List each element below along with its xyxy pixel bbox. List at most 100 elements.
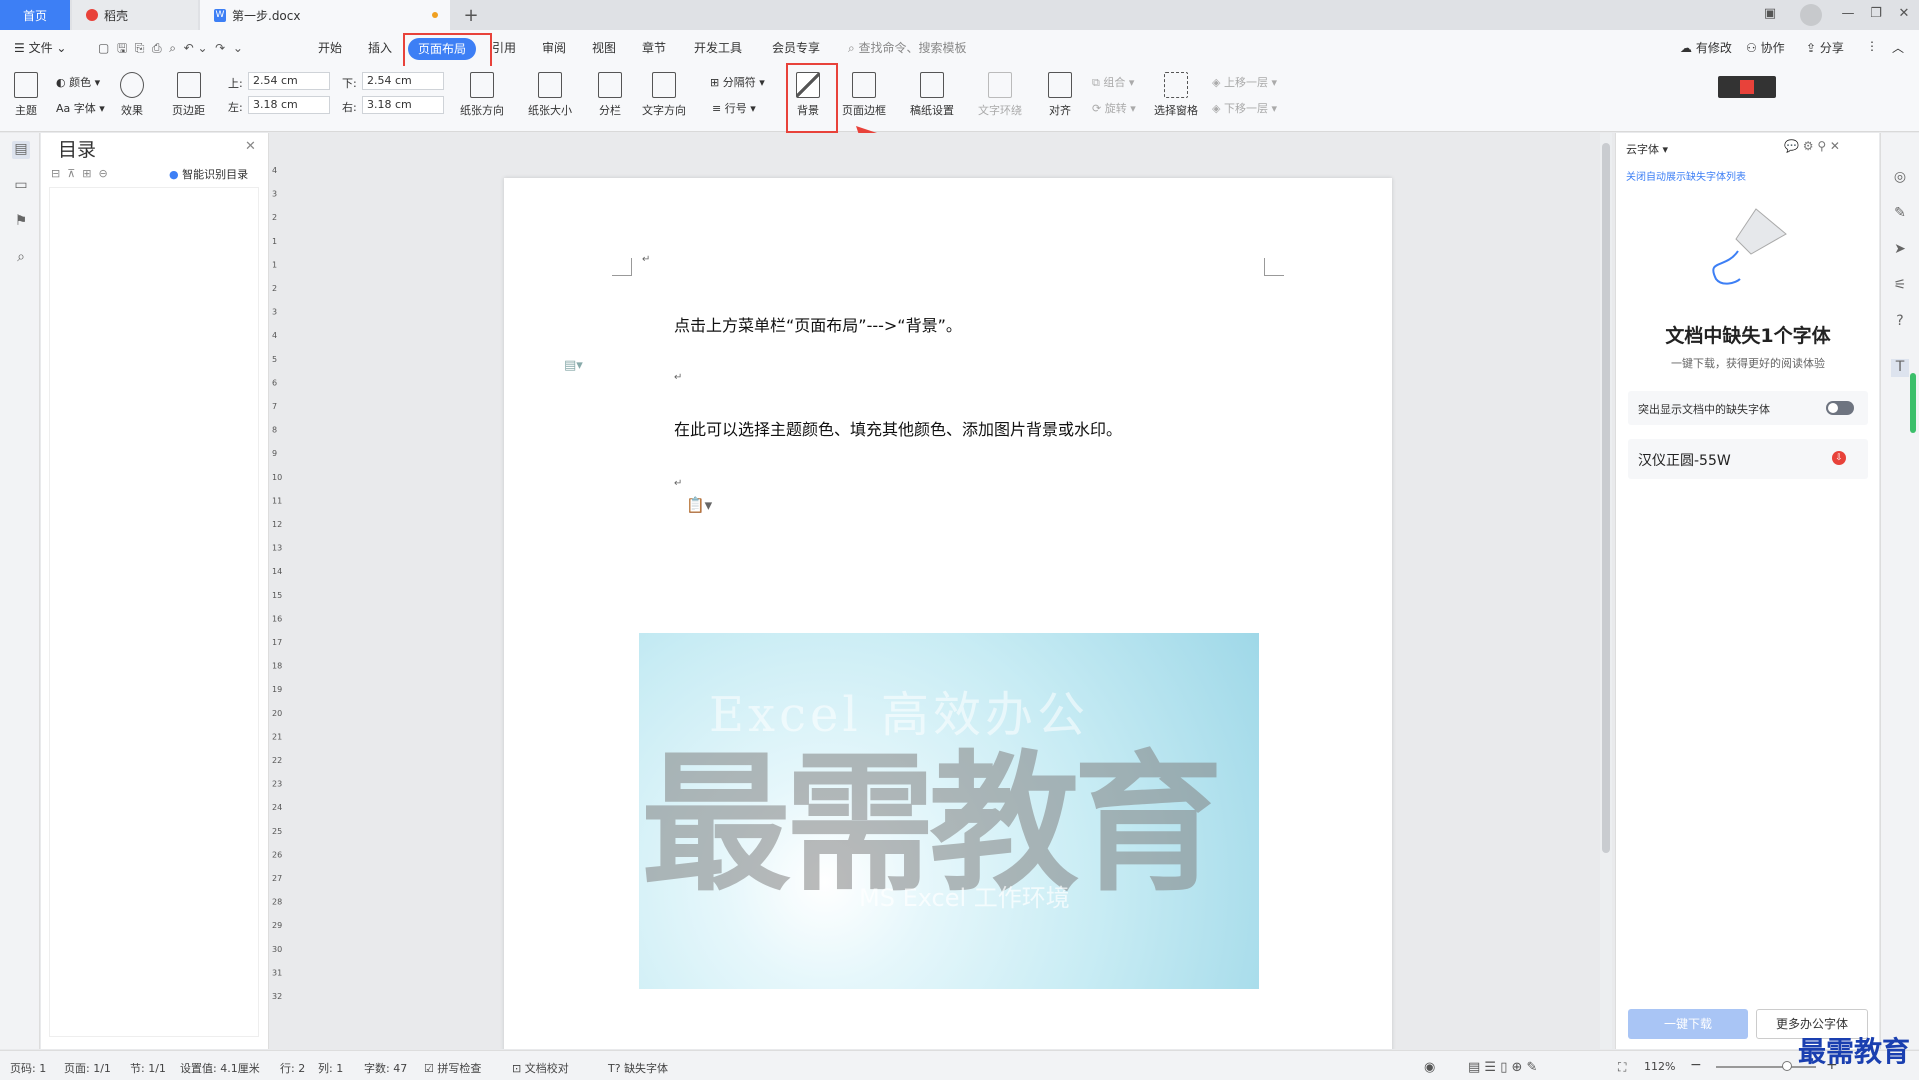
quick-access-toolbar[interactable]: ▢ 🖫 ⎘ ⎙ ⌕ ↶ ⌄ ↷ ⌄ [98,39,243,60]
margin-right-input[interactable]: 3.18 cm [362,96,444,114]
doc-line-2[interactable]: 在此可以选择主题颜色、填充其他颜色、添加图片背景或水印。 [674,416,1122,440]
margin-left-input[interactable]: 3.18 cm [248,96,330,114]
rotate-label: 旋转 [1104,102,1127,115]
menu-member[interactable]: 会员专享 [772,39,820,56]
menu-insert[interactable]: 插入 [368,39,392,56]
missing-font-button[interactable]: T? 缺失字体 [608,1060,668,1076]
margin-bottom-input[interactable]: 2.54 cm [362,72,444,90]
menu-reference[interactable]: 引用 [492,39,516,56]
collapse-ribbon-icon[interactable]: ︿ [1892,39,1904,56]
recording-widget-icon[interactable] [1718,76,1776,98]
view-mode-icons[interactable]: ▤ ☰ ▯ ⊕ ✎ [1468,1060,1537,1075]
fit-page-icon[interactable]: ⛶ [1618,1060,1626,1075]
scroll-thumb[interactable] [1602,143,1610,853]
margin-button[interactable]: 页边距 [172,72,205,118]
menu-review[interactable]: 审阅 [542,39,566,56]
outline-icon[interactable]: ▭ [12,177,30,195]
align-label: 对齐 [1049,104,1071,117]
page-border-button[interactable]: 页面边框 [842,72,886,118]
share-button[interactable]: ⇪ 分享 [1806,39,1844,56]
background-image[interactable]: Excel 高效办公 最需教育 MS Excel 工作环境 [639,633,1259,989]
bookmark-icon[interactable]: ⚑ [12,213,30,231]
help-icon[interactable]: ? [1891,313,1909,331]
group-button[interactable]: ⧉ 组合 ▾ [1092,74,1134,90]
bring-forward-button[interactable]: ◈ 上移一层 ▾ [1212,74,1277,90]
toc-toolbar[interactable]: ⊟ ⊼ ⊞ ⊖ [51,167,108,180]
menu-view[interactable]: 视图 [592,39,616,56]
cloud-font-title[interactable]: 云字体 ▾ [1626,141,1668,157]
orientation-button[interactable]: 纸张方向 [460,72,504,118]
toc-view-icon[interactable]: ▤ [12,141,30,159]
tab-home[interactable]: 首页 [0,0,70,30]
close-icon[interactable]: ✕ [1894,6,1914,24]
theme-button[interactable]: 主题 [14,72,38,118]
paste-options-icon[interactable]: ▤▾ [564,358,583,373]
proofread-button[interactable]: ⊡ 文档校对 [512,1060,569,1076]
highlight-missing-toggle[interactable] [1826,401,1854,415]
text-direction-button[interactable]: 文字方向 [642,72,686,118]
restore-icon[interactable]: ❐ [1866,6,1886,24]
search-icon[interactable]: ⌕ [12,249,30,267]
new-tab-button[interactable]: + [456,0,486,30]
avatar[interactable] [1800,4,1822,26]
command-search[interactable]: ⌕ 查找命令、搜索模板 [848,39,967,56]
separator-button[interactable]: ⊞ 分隔符 ▾ [710,74,765,90]
tab-document[interactable]: W 第一步.docx [200,0,450,30]
line-number-button[interactable]: ≡ 行号 ▾ [712,100,756,116]
send-backward-button[interactable]: ◈ 下移一层 ▾ [1212,100,1277,116]
changes-button[interactable]: ☁ 有修改 [1680,39,1732,56]
effect-button[interactable]: 效果 [120,72,144,118]
download-icon[interactable]: ⇩ [1832,451,1846,465]
auto-show-link[interactable]: 关闭自动展示缺失字体列表 [1626,168,1746,183]
pointer-icon[interactable]: ➤ [1891,241,1909,259]
font-icon[interactable]: T [1891,359,1909,377]
highlight-box-background [786,63,838,133]
collab-button[interactable]: ⚇ 协作 [1746,39,1785,56]
menu-developer[interactable]: 开发工具 [694,39,742,56]
rotate-button[interactable]: ⟳ 旋转 ▾ [1092,100,1136,116]
status-word-count[interactable]: 字数: 47 [364,1060,407,1076]
file-menu[interactable]: ☰ 文件 ⌄ [14,39,66,56]
command-search-placeholder: 查找命令、搜索模板 [858,41,967,55]
zoom-level[interactable]: 112% [1644,1060,1675,1073]
zoom-out-icon[interactable]: − [1690,1057,1702,1073]
align-button[interactable]: 对齐 [1048,72,1072,118]
smart-toc-button[interactable]: ● 智能识别目录 [169,166,248,182]
document-page[interactable]: ↵ 点击上方菜单栏“页面布局”--->“背景”。 ▤▾ ↵ 在此可以选择主题颜色… [504,178,1392,1049]
doc-line-1[interactable]: 点击上方菜单栏“页面布局”--->“背景”。 [674,312,962,336]
more-icon[interactable]: ⋮ [1866,39,1878,53]
ruler-tick-label: 2 [272,284,277,293]
eye-protection-icon[interactable]: ◉ [1424,1060,1435,1075]
margin-top-input[interactable]: 2.54 cm [248,72,330,90]
clipboard-icon[interactable]: 📋▾ [686,496,712,514]
word-doc-icon: W [214,8,226,22]
font-button[interactable]: Aa 字体 ▾ [56,100,105,116]
paper-size-button[interactable]: 纸张大小 [528,72,572,118]
zoom-slider-knob[interactable] [1782,1061,1792,1071]
panel-tools[interactable]: 💬 ⚙ ⚲ ✕ [1784,139,1840,153]
vertical-scrollbar[interactable] [1600,133,1612,1049]
selection-pane-button[interactable]: 选择窗格 [1154,72,1198,118]
minimize-icon[interactable]: — [1838,6,1858,24]
page-border-label: 页面边框 [842,104,886,117]
ruler-tick-label: 17 [272,638,282,647]
tab-daoke[interactable]: 稻壳 [72,0,198,30]
manuscript-setting-button[interactable]: 稿纸设置 [910,72,954,118]
vertical-ruler[interactable]: 4321123456789101112131415161718192021222… [270,153,284,1049]
plus-icon: + [463,4,479,26]
spell-check-button[interactable]: ☑ 拼写检查 [424,1060,481,1076]
missing-font-item[interactable]: 汉仪正圆-55W ⇩ [1628,439,1868,479]
window-layout-icon[interactable]: ▣ [1760,6,1780,24]
one-click-download-button[interactable]: 一键下载 [1628,1009,1748,1039]
pen-icon[interactable]: ✎ [1891,205,1909,223]
color-button[interactable]: ◐ 颜色 ▾ [56,74,100,90]
columns-button[interactable]: 分栏 [598,72,622,118]
close-icon[interactable]: ✕ [245,139,256,154]
menu-start[interactable]: 开始 [318,39,342,56]
settings-sliders-icon[interactable]: ⚟ [1891,277,1909,295]
shape-icon[interactable]: ◎ [1891,169,1909,187]
menu-section[interactable]: 章节 [642,39,666,56]
ruler-tick-label: 21 [272,732,282,741]
columns-icon [598,72,622,98]
text-wrap-button[interactable]: 文字环绕 [978,72,1022,118]
